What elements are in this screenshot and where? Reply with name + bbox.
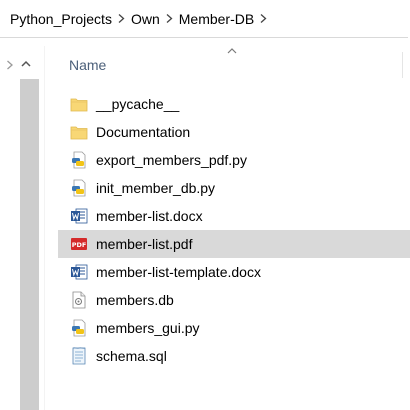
breadcrumb[interactable]: Python_Projects Own Member-DB <box>0 0 408 38</box>
pdf-file-icon: PDF <box>70 235 88 253</box>
navigation-pane[interactable] <box>0 46 46 410</box>
column-divider[interactable] <box>402 52 403 78</box>
file-explorer-window: Python_Projects Own Member-DB Name __pyc… <box>0 0 410 410</box>
breadcrumb-item-own[interactable]: Own <box>131 11 160 27</box>
file-name: member-list.docx <box>96 208 203 224</box>
scroll-up-arrow-icon[interactable] <box>20 58 32 70</box>
file-row-init-member-db[interactable]: init_member_db.py <box>58 174 410 202</box>
scrollbar-thumb[interactable] <box>20 79 39 410</box>
breadcrumb-item-python-projects[interactable]: Python_Projects <box>10 11 112 27</box>
svg-text:PDF: PDF <box>72 241 87 249</box>
file-name: member-list-template.docx <box>96 264 261 280</box>
db-file-icon <box>70 291 88 309</box>
file-row-member-list-pdf[interactable]: PDF member-list.pdf <box>58 230 410 258</box>
chevron-right-icon[interactable] <box>6 60 14 70</box>
file-row-members-gui[interactable]: members_gui.py <box>58 314 410 342</box>
file-list: __pycache__ Documentation export_members… <box>58 90 410 370</box>
file-name: members_gui.py <box>96 320 200 336</box>
file-name: Documentation <box>96 124 191 140</box>
file-row-member-list-docx[interactable]: member-list.docx <box>58 202 410 230</box>
folder-icon <box>70 95 88 113</box>
column-header-label: Name <box>69 57 107 73</box>
python-file-icon <box>70 179 88 197</box>
word-doc-icon <box>70 263 88 281</box>
python-file-icon <box>70 151 88 169</box>
pane-divider[interactable] <box>44 46 45 410</box>
chevron-right-icon[interactable] <box>118 14 125 23</box>
file-row-export-members-pdf[interactable]: export_members_pdf.py <box>58 146 410 174</box>
sort-ascending-icon <box>227 48 237 54</box>
file-row-members-db[interactable]: members.db <box>58 286 410 314</box>
file-row-member-list-template-docx[interactable]: member-list-template.docx <box>58 258 410 286</box>
folder-icon <box>70 123 88 141</box>
file-name: members.db <box>96 292 174 308</box>
file-row-documentation[interactable]: Documentation <box>58 118 410 146</box>
python-file-icon <box>70 319 88 337</box>
word-doc-icon <box>70 207 88 225</box>
file-row-pycache[interactable]: __pycache__ <box>58 90 410 118</box>
file-name: schema.sql <box>96 348 167 364</box>
file-row-schema-sql[interactable]: schema.sql <box>58 342 410 370</box>
breadcrumb-item-member-db[interactable]: Member-DB <box>179 11 254 27</box>
column-header-name[interactable]: Name <box>58 46 408 82</box>
file-name: __pycache__ <box>96 96 180 112</box>
file-name: member-list.pdf <box>96 236 193 252</box>
file-name: export_members_pdf.py <box>96 152 247 168</box>
sql-file-icon <box>70 347 88 365</box>
file-name: init_member_db.py <box>96 180 216 196</box>
chevron-right-icon[interactable] <box>260 14 267 23</box>
chevron-right-icon[interactable] <box>166 14 173 23</box>
